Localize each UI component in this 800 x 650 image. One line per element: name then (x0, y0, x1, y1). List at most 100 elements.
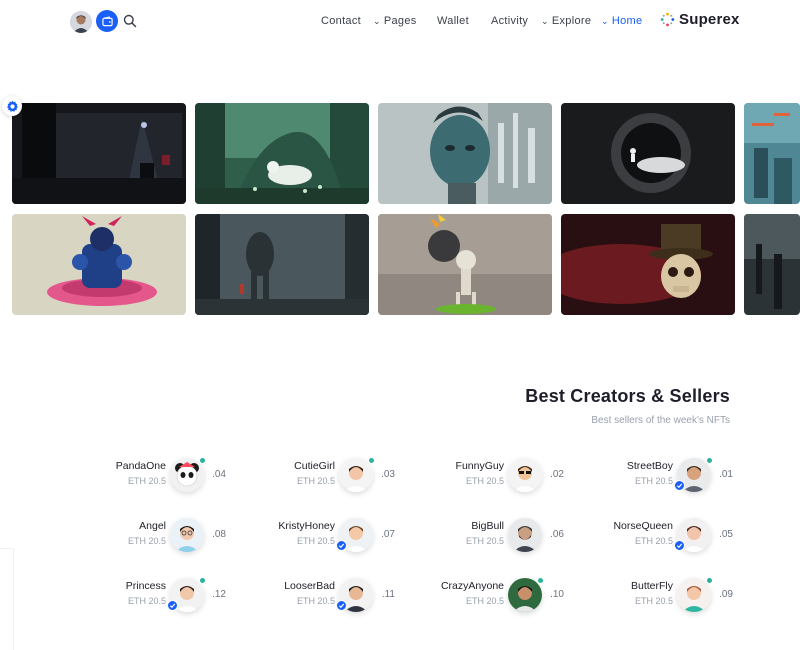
creator-rank: .01 (719, 469, 733, 480)
creator-rank: .04 (212, 469, 226, 480)
creator-avatar[interactable] (170, 518, 204, 552)
creator-eth-value: ETH 20.5 (127, 476, 166, 486)
user-avatar-image (70, 11, 92, 33)
brand-name: Superex (679, 11, 740, 28)
creator-eth-value: ETH 20.5 (127, 596, 166, 606)
online-status-dot (199, 457, 206, 464)
verified-badge-icon (674, 540, 685, 551)
creator-name[interactable]: BigBull (471, 520, 504, 532)
nft-artwork-giant-fog[interactable] (195, 214, 369, 315)
creator-rank: .09 (719, 589, 733, 600)
nav-activity-label: Activity (491, 15, 529, 27)
nft-artwork-astronaut-portal[interactable] (561, 103, 735, 204)
creator-name[interactable]: Princess (126, 580, 166, 592)
nft-artwork-dark-figure[interactable] (12, 103, 186, 204)
wallet-icon (101, 15, 113, 26)
creator-name[interactable]: Angel (139, 520, 166, 532)
nft-artwork-skull-hat[interactable] (561, 214, 735, 315)
creator-name[interactable]: FunnyGuy (456, 460, 504, 472)
verified-badge-icon (336, 540, 347, 551)
online-status-dot (706, 577, 713, 584)
creator-name[interactable]: NorseQueen (613, 520, 673, 532)
creator-avatar[interactable] (170, 458, 204, 492)
creator-card[interactable]: BigBull ETH 20.5 .06 (414, 518, 564, 554)
nft-artwork-dark-silhouettes[interactable] (744, 214, 800, 315)
divider (0, 548, 14, 650)
creator-rank: .03 (381, 469, 395, 480)
creator-eth-value: ETH 20.5 (465, 476, 504, 486)
creator-name[interactable]: PandaOne (116, 460, 166, 472)
avatar-image (508, 458, 542, 492)
creator-name[interactable]: CutieGirl (294, 460, 335, 472)
nav-activity[interactable]: Activity (491, 15, 528, 27)
creator-name[interactable]: LooserBad (284, 580, 335, 592)
creator-card[interactable]: CutieGirl ETH 20.5 .03 (245, 457, 395, 494)
gear-icon (6, 100, 18, 112)
section-subtitle: Best sellers of the week's NFTs (591, 415, 730, 426)
creator-name[interactable]: StreetBoy (627, 460, 673, 472)
creator-rank: .11 (381, 589, 395, 600)
nft-image (378, 103, 552, 204)
creator-rank: .08 (212, 529, 226, 540)
nav-home[interactable]: ⌄ Home (601, 15, 642, 27)
online-status-dot (537, 577, 544, 584)
nft-artwork-teal-city[interactable] (744, 103, 800, 204)
creator-card[interactable]: CrazyAnyone ETH 20.5 .10 (414, 577, 564, 614)
creator-card[interactable]: ButterFly ETH 20.5 .09 (583, 577, 733, 614)
creator-rank: .02 (550, 469, 564, 480)
creator-card[interactable]: Princess ETH 20.5 .12 (76, 577, 226, 614)
creator-name[interactable]: KristyHoney (278, 520, 335, 532)
creator-card[interactable]: StreetBoy ETH 20.5 .01 (583, 457, 733, 494)
nav-explore-label: Explore (551, 15, 592, 27)
search-button[interactable] (122, 13, 138, 29)
creator-eth-value: ETH 20.5 (634, 536, 673, 546)
search-icon (123, 14, 137, 28)
nav-pages[interactable]: ⌄ Pages (373, 15, 417, 27)
creator-rank: .10 (550, 589, 564, 600)
settings-button[interactable] (2, 96, 22, 116)
creator-card[interactable]: PandaOne ETH 20.5 .04 (76, 457, 226, 494)
creator-rank: .05 (719, 529, 733, 540)
user-avatar[interactable] (70, 11, 92, 33)
avatar-image (508, 578, 542, 612)
creator-avatar[interactable] (339, 458, 373, 492)
creator-name[interactable]: ButterFly (631, 580, 673, 592)
verified-badge-icon (167, 600, 178, 611)
nft-image (12, 214, 186, 315)
creator-avatar[interactable] (508, 458, 542, 492)
creator-eth-value: ETH 20.5 (296, 596, 335, 606)
avatar-image (677, 578, 711, 612)
nft-image (744, 103, 800, 204)
nav-contact[interactable]: Contact (321, 15, 361, 27)
creator-card[interactable]: NorseQueen ETH 20.5 .05 (583, 518, 733, 554)
verified-badge-icon (674, 480, 685, 491)
brand-logo[interactable]: Superex (660, 11, 740, 28)
avatar-image (170, 518, 204, 552)
nft-image (195, 103, 369, 204)
creator-avatar[interactable] (677, 578, 711, 612)
nft-artwork-knight-toy[interactable] (12, 214, 186, 315)
creator-avatar[interactable] (508, 578, 542, 612)
creator-eth-value: ETH 20.5 (465, 596, 504, 606)
creator-eth-value: ETH 20.5 (296, 476, 335, 486)
nft-artwork-cyborg-head[interactable] (378, 103, 552, 204)
top-header: Contact ⌄ Pages Wallet Activity ⌄ Explor… (0, 0, 800, 44)
wallet-button[interactable] (96, 10, 118, 32)
nft-artwork-skeleton-bomb[interactable] (378, 214, 552, 315)
creator-avatar[interactable] (508, 518, 542, 552)
creator-eth-value: ETH 20.5 (634, 476, 673, 486)
online-status-dot (368, 457, 375, 464)
avatar-image (170, 458, 204, 492)
creator-card[interactable]: KristyHoney ETH 20.5 .07 (245, 518, 395, 554)
online-status-dot (199, 577, 206, 584)
nav-home-label: Home (611, 15, 643, 27)
nav-wallet[interactable]: Wallet (437, 15, 469, 27)
nav-contact-label: Contact (321, 15, 362, 27)
creator-card[interactable]: LooserBad ETH 20.5 .11 (245, 578, 395, 614)
nav-explore[interactable]: ⌄ Explore (541, 15, 591, 27)
creator-rank: .07 (381, 529, 395, 540)
creator-card[interactable]: Angel ETH 20.5 .08 (76, 518, 226, 554)
creator-card[interactable]: FunnyGuy ETH 20.5 .02 (414, 458, 564, 494)
nft-artwork-forest-wolf[interactable] (195, 103, 369, 204)
creator-name[interactable]: CrazyAnyone (441, 580, 504, 592)
